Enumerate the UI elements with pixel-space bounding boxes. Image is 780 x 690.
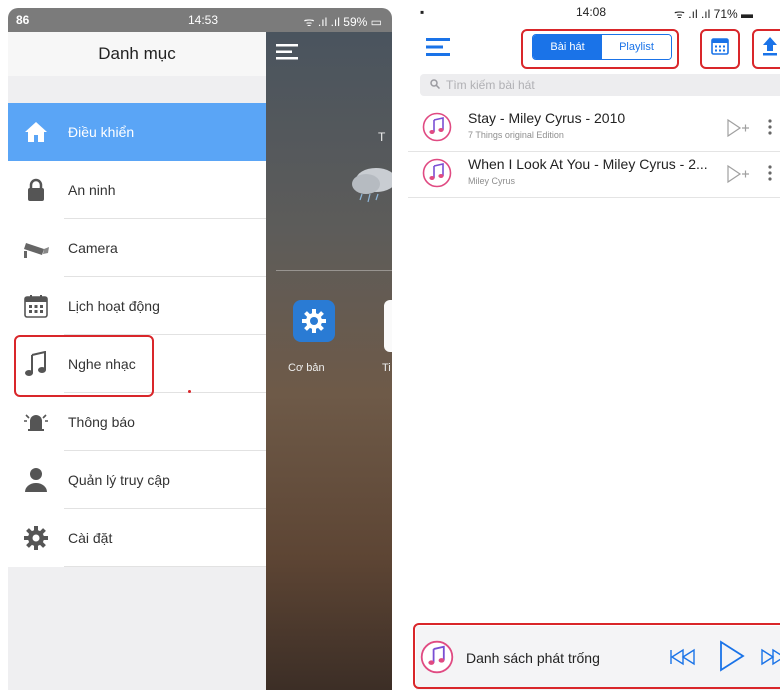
next-tile-label: Ti [382, 362, 391, 374]
highlight-box [14, 335, 154, 397]
co-ban-tile[interactable] [293, 300, 335, 342]
lock-icon [22, 176, 50, 204]
song-artist: Miley Cyrus [468, 176, 516, 186]
divider [64, 566, 266, 567]
left-phone-screen: 86 14:53 ᯤ .ıl .ıl 59% ▭ Danh mục Điều k… [8, 8, 392, 690]
menu-item-label: Quản lý truy cập [68, 472, 170, 488]
menu-item-dieu-khien[interactable]: Điều khiển [8, 103, 266, 161]
home-icon [22, 118, 50, 146]
search-bar[interactable]: Tìm kiếm bài hát [420, 74, 780, 96]
wifi-signal-icon: ᯤ .ıl .ıl [303, 15, 340, 29]
music-note-icon [422, 112, 452, 147]
menu-item-label: Thông báo [68, 414, 135, 430]
camera-icon [22, 234, 50, 262]
weather-cloud-icon [352, 162, 392, 213]
menu-item-label: Lịch hoạt động [68, 298, 160, 314]
user-icon [22, 466, 50, 494]
menu-item-an-ninh[interactable]: An ninh [8, 161, 266, 219]
menu-item-label: Điều khiển [68, 124, 135, 140]
menu-item-cai-dat[interactable]: Cài đặt [8, 509, 266, 567]
add-to-queue-icon[interactable] [726, 164, 750, 189]
menu-icon[interactable] [276, 44, 298, 65]
song-title: When I Look At You - Miley Cyrus - 2... [468, 156, 708, 172]
status-time: 14:53 [188, 13, 219, 27]
status-left: 86 [16, 13, 30, 27]
add-to-queue-icon[interactable] [726, 118, 750, 143]
status-battery: ᯤ .ıl .ıl 59% ▭ [303, 15, 382, 29]
battery-icon: ▭ [370, 15, 382, 29]
menu-item-camera[interactable]: Camera [8, 219, 266, 277]
status-time: 14:08 [576, 5, 607, 19]
menu-item-label: Camera [68, 240, 118, 256]
menu-item-quan-ly-truy-cap[interactable]: Quản lý truy cập [8, 451, 266, 509]
search-placeholder: Tìm kiếm bài hát [446, 78, 535, 92]
calendar-icon [22, 292, 50, 320]
bell-icon [22, 408, 50, 436]
red-dot [188, 390, 191, 393]
music-note-icon [422, 158, 452, 193]
weather-title-partial: T [378, 130, 386, 144]
status-bar: ▪ 14:08 ᯤ .ıl .ıl 71% ▬ [408, 0, 780, 24]
song-row[interactable]: When I Look At You - Miley Cyrus - 2... … [408, 152, 780, 198]
gear-icon [22, 524, 50, 552]
co-ban-label: Cơ bản [288, 362, 325, 374]
status-battery: ᯤ .ıl .ıl 71% ▬ [674, 7, 754, 21]
status-bar: 86 14:53 ᯤ .ıl .ıl 59% ▭ [8, 8, 392, 32]
highlight-box [521, 29, 679, 69]
song-row[interactable]: Stay - Miley Cyrus - 2010 7 Things origi… [408, 106, 780, 152]
drawer-title: Danh mục [8, 32, 266, 76]
highlight-box [413, 623, 780, 689]
menu-item-thong-bao[interactable]: Thông báo [8, 393, 266, 451]
wifi-signal-icon: ᯤ .ıl .ıl [674, 7, 711, 21]
more-options-icon[interactable] [768, 118, 772, 141]
divider [408, 197, 780, 198]
divider [276, 270, 392, 271]
highlight-box [700, 29, 740, 69]
next-tile[interactable] [384, 300, 392, 352]
highlight-box [752, 29, 780, 69]
search-icon [430, 78, 441, 92]
menu-item-lich-hoat-dong[interactable]: Lịch hoạt động [8, 277, 266, 335]
image-notification-icon: ▪ [420, 5, 425, 19]
menu-item-label: An ninh [68, 182, 116, 198]
song-title: Stay - Miley Cyrus - 2010 [468, 110, 626, 126]
song-artist: 7 Things original Edition [468, 130, 564, 140]
menu-icon[interactable] [426, 38, 450, 61]
more-options-icon[interactable] [768, 164, 772, 187]
right-phone-screen: ▪ 14:08 ᯤ .ıl .ıl 71% ▬ Bài hát Playlist… [408, 0, 780, 690]
dimmed-home-screen[interactable]: T Cơ bản Ti [266, 32, 392, 690]
battery-icon: ▬ [741, 7, 754, 21]
menu-item-label: Cài đặt [68, 530, 113, 546]
